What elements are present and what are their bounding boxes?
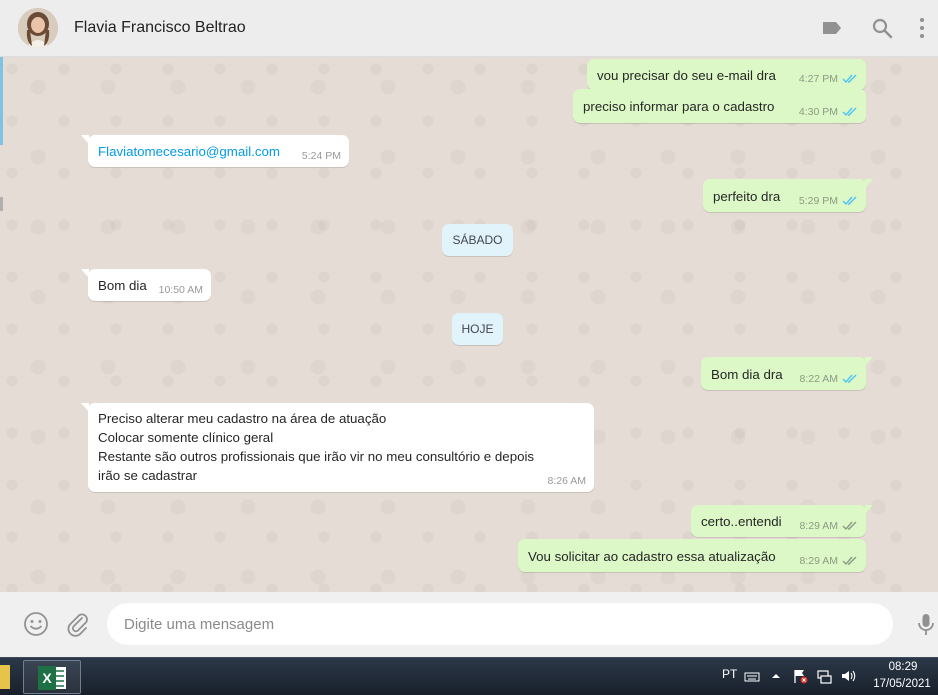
message-outgoing[interactable]: vou precisar do seu e-mail dra 4:27 PM — [587, 59, 866, 90]
window-edge-accent — [0, 197, 3, 211]
message-incoming[interactable]: Bom dia 10:50 AM — [81, 269, 211, 301]
excel-icon: X — [38, 666, 66, 690]
message-time: 5:29 PM — [798, 195, 838, 207]
delivered-tick-icon — [842, 556, 857, 566]
chat-header: Flavia Francisco Beltrao — [0, 0, 938, 57]
bubble-tail — [81, 135, 89, 144]
keyboard-icon[interactable] — [744, 668, 760, 684]
avatar-photo — [18, 8, 58, 48]
read-tick-icon — [842, 374, 857, 384]
message-time: 8:29 AM — [799, 555, 838, 567]
message-line: Preciso alterar meu cadastro na área de … — [98, 411, 387, 426]
message-time: 4:27 PM — [798, 73, 838, 85]
day-divider: SÁBADO — [442, 224, 513, 256]
read-tick-icon — [842, 107, 857, 117]
window-edge-accent — [0, 57, 3, 145]
bubble-tail — [865, 505, 873, 514]
message-outgoing[interactable]: perfeito dra 5:29 PM — [703, 179, 873, 212]
read-tick-icon — [842, 74, 857, 84]
message-time: 5:24 PM — [301, 150, 341, 162]
message-text: Vou solicitar ao cadastro essa atualizaç… — [528, 549, 776, 564]
network-icon[interactable] — [816, 668, 832, 684]
email-link[interactable]: Flaviatomecesario@gmail.com — [98, 142, 280, 161]
bubble-tail — [865, 179, 873, 188]
svg-text:X: X — [42, 670, 52, 686]
message-outgoing[interactable]: Bom dia dra 8:22 AM — [701, 357, 873, 390]
bubble-tail — [81, 403, 89, 412]
delivered-tick-icon — [842, 521, 857, 531]
message-outgoing[interactable]: preciso informar para o cadastro 4:30 PM — [573, 89, 866, 123]
message-input-placeholder[interactable]: Digite uma mensagem — [124, 616, 274, 633]
search-icon[interactable] — [870, 16, 894, 40]
mic-icon[interactable] — [913, 611, 938, 637]
day-divider: HOJE — [452, 313, 503, 345]
message-text-lines: Preciso alterar meu cadastro na área de … — [98, 409, 534, 485]
input-language[interactable]: PT — [722, 667, 737, 681]
message-outgoing[interactable]: Vou solicitar ao cadastro essa atualizaç… — [518, 539, 866, 572]
clock-date[interactable]: 17/05/2021 — [868, 678, 936, 690]
action-center-flag-icon[interactable] — [792, 668, 808, 684]
label-icon[interactable] — [820, 16, 844, 40]
message-text: certo..entendi — [701, 514, 782, 529]
read-tick-icon — [842, 196, 857, 206]
composer-bar: Digite uma mensagem — [0, 592, 938, 657]
message-time: 8:26 AM — [547, 475, 586, 487]
message-incoming[interactable]: Flaviatomecesario@gmail.com 5:24 PM — [81, 135, 349, 167]
show-hidden-icons-chevron[interactable] — [768, 668, 784, 684]
menu-icon[interactable] — [910, 16, 934, 40]
clock-time[interactable]: 08:29 — [874, 661, 932, 673]
message-text: vou precisar do seu e-mail dra — [597, 68, 776, 83]
message-line: Colocar somente clínico geral — [98, 430, 274, 445]
message-line: Restante são outros profissionais que ir… — [98, 449, 535, 464]
attach-icon[interactable] — [65, 611, 91, 637]
message-time: 10:50 AM — [158, 284, 203, 296]
bubble-tail — [865, 357, 873, 366]
message-list[interactable]: vou precisar do seu e-mail dra 4:27 PM p… — [0, 57, 938, 592]
message-time: 8:22 AM — [799, 373, 838, 385]
whatsapp-window: Flavia Francisco Beltrao vou precisar do… — [0, 0, 938, 657]
contact-avatar[interactable] — [18, 8, 58, 48]
message-incoming[interactable]: Preciso alterar meu cadastro na área de … — [81, 403, 594, 492]
bubble-tail — [81, 269, 89, 278]
windows-taskbar: X PT 08:29 17/05/2021 — [0, 657, 938, 695]
message-text: Bom dia — [98, 278, 147, 293]
file-explorer-icon[interactable] — [0, 665, 10, 689]
message-text: Bom dia dra — [711, 367, 783, 382]
excel-taskbar-button[interactable]: X — [23, 660, 81, 694]
message-time: 8:29 AM — [799, 520, 838, 532]
emoji-icon[interactable] — [23, 611, 49, 637]
message-text: preciso informar para o cadastro — [583, 99, 775, 114]
volume-icon[interactable] — [840, 668, 856, 684]
message-outgoing[interactable]: certo..entendi 8:29 AM — [691, 505, 873, 537]
message-text: perfeito dra — [713, 189, 781, 204]
message-time: 4:30 PM — [798, 106, 838, 118]
message-line: irão se cadastrar — [98, 468, 198, 483]
contact-name[interactable]: Flavia Francisco Beltrao — [74, 19, 246, 37]
